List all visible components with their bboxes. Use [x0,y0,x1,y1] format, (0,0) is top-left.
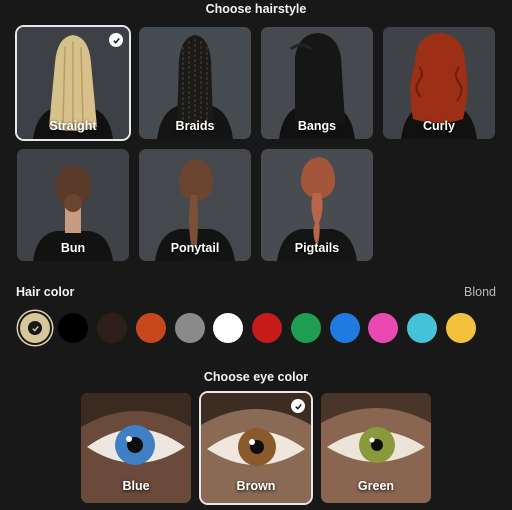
hairstyle-label: Braids [175,119,215,133]
swatch-black[interactable] [58,313,88,343]
swatch-cyan[interactable] [407,313,437,343]
selected-check-icon [109,33,123,47]
swatch-blond[interactable] [20,313,50,343]
swatch-dark-brown[interactable] [97,313,127,343]
eye-label: Green [357,479,395,493]
hairstyle-label: Bangs [297,119,337,133]
hairstyle-card-braids[interactable]: Braids [139,27,251,139]
hairstyle-card-bun[interactable]: Bun [17,149,129,261]
eye-card-green[interactable]: Green [321,393,431,503]
hairstyle-label: Pigtails [294,241,340,255]
swatch-white[interactable] [213,313,243,343]
eye-label: Blue [122,479,150,493]
hairstyle-label: Straight [49,119,97,133]
hair-color-selected-value: Blond [464,285,496,299]
hair-color-label: Hair color [16,285,75,299]
eye-label: Brown [236,479,276,493]
swatch-yellow[interactable] [446,313,476,343]
hairstyle-card-bangs[interactable]: Bangs [261,27,373,139]
hairstyle-card-pigtails[interactable]: Pigtails [261,149,373,261]
hairstyle-label: Curly [423,119,455,133]
swatch-orange[interactable] [136,313,166,343]
hairstyle-card-ponytail[interactable]: Ponytail [139,149,251,261]
swatch-gray[interactable] [175,313,205,343]
selected-check-icon [28,321,42,335]
selected-check-icon [291,399,305,413]
swatch-red[interactable] [252,313,282,343]
swatch-blue[interactable] [330,313,360,343]
eye-card-blue[interactable]: Blue [81,393,191,503]
hairstyle-title: Choose hairstyle [205,2,307,16]
swatch-green[interactable] [291,313,321,343]
hairstyle-card-straight[interactable]: Straight [17,27,129,139]
hairstyle-card-curly[interactable]: Curly [383,27,495,139]
hairstyle-label: Ponytail [170,241,220,255]
eye-card-brown[interactable]: Brown [201,393,311,503]
swatch-pink[interactable] [368,313,398,343]
eye-color-title: Choose eye color [203,370,309,384]
hairstyle-label: Bun [60,241,86,255]
